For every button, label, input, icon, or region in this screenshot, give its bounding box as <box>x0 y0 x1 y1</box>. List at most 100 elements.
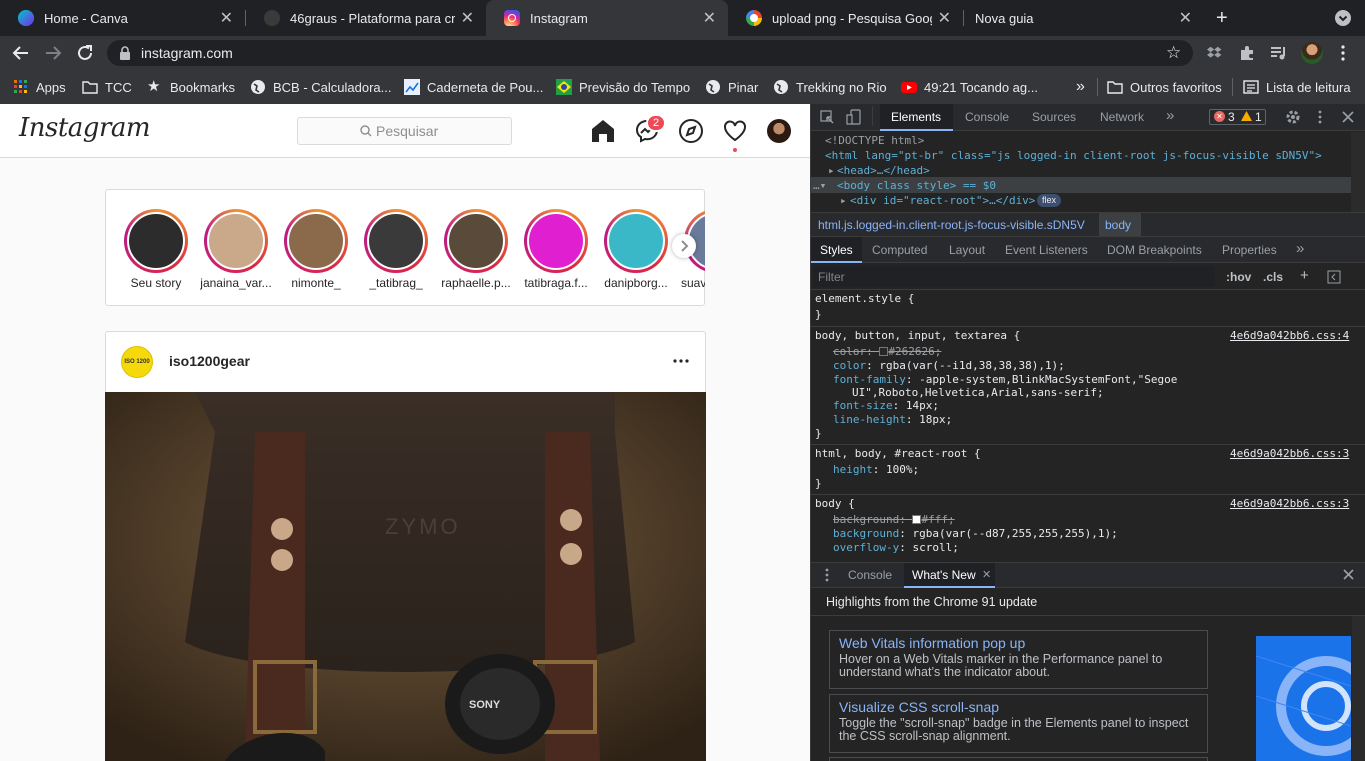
story-ring[interactable] <box>204 209 268 273</box>
bookmark-outros-favoritos[interactable]: Outros favoritos <box>1107 70 1222 104</box>
card-title[interactable]: Visualize CSS scroll-snap <box>839 699 999 715</box>
dom-head-node[interactable]: <head>…</head> <box>837 164 930 177</box>
post-username[interactable]: iso1200gear <box>169 353 250 369</box>
dom-html-node[interactable]: <html lang="pt-br" class="js logged-in c… <box>825 149 1322 162</box>
breadcrumb-body[interactable]: body <box>1105 218 1131 232</box>
toggle-sidebar-icon[interactable] <box>1327 270 1341 284</box>
forward-icon[interactable] <box>44 44 62 62</box>
more-subtabs-icon[interactable]: » <box>1296 240 1304 257</box>
new-tab-icon[interactable]: + <box>1216 7 1228 30</box>
bookmark-star-icon[interactable]: ☆ <box>1166 43 1181 63</box>
close-tab-icon[interactable]: ✕ <box>703 8 716 28</box>
new-style-rule-icon[interactable]: + <box>1300 267 1309 284</box>
bookmark-bcb[interactable]: BCB - Calculadora... <box>250 70 392 104</box>
dom-scrollbar[interactable] <box>1351 132 1365 212</box>
devtools-menu-icon[interactable] <box>1318 110 1322 124</box>
inspect-element-icon[interactable] <box>820 110 834 124</box>
profile-avatar[interactable] <box>1301 42 1323 64</box>
css-property[interactable]: font-family: -apple-system,BlinkMacSyste… <box>833 373 1177 386</box>
close-tab-icon[interactable]: ✕ <box>1179 8 1192 28</box>
tab-network[interactable]: Network <box>1100 110 1144 124</box>
close-tab-icon[interactable]: ✕ <box>461 8 474 28</box>
tab-google[interactable]: upload png - Pesquisa Google ✕ <box>728 0 963 36</box>
stories-next-button[interactable] <box>672 234 696 258</box>
css-property[interactable]: background: rgba(var(--d87,255,255,255),… <box>833 527 1118 540</box>
story-ring[interactable] <box>444 209 508 273</box>
css-property[interactable]: height: 100%; <box>833 463 919 476</box>
rule-selector[interactable]: body, button, input, textarea { <box>815 329 1020 342</box>
close-tab-icon[interactable]: ✕ <box>220 8 233 28</box>
rule-source-link[interactable]: 4e6d9a042bb6.css:3 <box>1230 447 1349 460</box>
subtab-event-listeners[interactable]: Event Listeners <box>1005 243 1088 257</box>
rule-source-link[interactable]: 4e6d9a042bb6.css:3 <box>1230 497 1349 510</box>
tab-sources[interactable]: Sources <box>1032 110 1076 124</box>
drawer-tab-console[interactable]: Console <box>848 568 892 582</box>
close-drawer-icon[interactable] <box>1342 568 1355 581</box>
media-controls-icon[interactable] <box>1270 45 1288 61</box>
dom-doctype[interactable]: <!DOCTYPE html> <box>825 134 924 147</box>
styles-filter-input[interactable] <box>813 266 1215 287</box>
reload-icon[interactable] <box>76 44 94 62</box>
more-bookmarks-icon[interactable]: » <box>1076 70 1085 104</box>
expand-arrow-icon[interactable]: ▸ <box>828 164 835 177</box>
whats-new-card[interactable]: Visualize CSS scroll-snap Toggle the "sc… <box>829 694 1208 753</box>
post-photo[interactable]: ZYMO SONY <box>105 392 706 761</box>
bookmark-bookmarks[interactable]: ★ Bookmarks <box>147 70 235 104</box>
story-ring[interactable] <box>284 209 348 273</box>
cls-toggle[interactable]: .cls <box>1263 270 1283 284</box>
css-property[interactable]: overflow-y: scroll; <box>833 541 959 554</box>
profile-avatar-icon[interactable] <box>767 119 791 143</box>
hov-toggle[interactable]: :hov <box>1226 270 1251 284</box>
subtab-computed[interactable]: Computed <box>872 243 927 257</box>
post-avatar[interactable]: ISO 1200 <box>121 346 153 378</box>
bookmark-pinar[interactable]: Pinar <box>705 70 758 104</box>
home-icon[interactable] <box>590 118 616 144</box>
tab-46graus[interactable]: 46graus - Plataforma para cria ✕ <box>246 0 486 36</box>
breadcrumb-html[interactable]: html.js.logged-in.client-root.js-focus-v… <box>818 218 1085 232</box>
extensions-puzzle-icon[interactable] <box>1239 45 1255 61</box>
url-text[interactable]: instagram.com <box>141 45 233 61</box>
instagram-logo[interactable]: Instagram <box>19 113 151 143</box>
tab-canva[interactable]: Home - Canva ✕ <box>0 0 245 36</box>
dom-react-root-node[interactable]: <div id="react-root">…</div> <box>850 194 1035 207</box>
bookmark-previsao[interactable]: Previsão do Tempo <box>556 70 690 104</box>
css-property[interactable]: font-size: 14px; <box>833 399 939 412</box>
back-icon[interactable] <box>12 44 30 62</box>
dom-body-node[interactable]: <body class style> == $0 <box>837 179 996 192</box>
device-toolbar-icon[interactable] <box>846 109 862 125</box>
tab-console[interactable]: Console <box>965 110 1009 124</box>
bookmark-lista-leitura[interactable]: Lista de leitura <box>1243 70 1351 104</box>
tab-instagram[interactable]: Instagram ✕ <box>486 0 728 36</box>
settings-gear-icon[interactable] <box>1285 109 1301 125</box>
tab-nova-guia[interactable]: Nova guia ✕ <box>964 0 1204 36</box>
css-property[interactable]: line-height: 18px; <box>833 413 952 426</box>
tab-search-icon[interactable] <box>1335 10 1351 26</box>
close-tab-icon[interactable]: ✕ <box>938 8 951 28</box>
subtab-properties[interactable]: Properties <box>1222 243 1277 257</box>
subtab-layout[interactable]: Layout <box>949 243 985 257</box>
drawer-menu-icon[interactable] <box>825 568 829 582</box>
explore-compass-icon[interactable] <box>678 118 704 144</box>
more-tabs-icon[interactable]: » <box>1166 107 1174 124</box>
close-whats-new-icon[interactable]: ✕ <box>982 568 991 581</box>
bookmark-caderneta[interactable]: Caderneta de Pou... <box>404 70 543 104</box>
story-ring[interactable] <box>604 209 668 273</box>
dropbox-icon[interactable] <box>1207 45 1223 61</box>
menu-kebab-icon[interactable] <box>1341 44 1345 62</box>
subtab-dom-breakpoints[interactable]: DOM Breakpoints <box>1107 243 1202 257</box>
bookmark-trekking[interactable]: Trekking no Rio <box>773 70 887 104</box>
card-title[interactable]: Web Vitals information pop up <box>839 635 1025 651</box>
bookmark-apps[interactable]: Apps <box>13 70 66 104</box>
rule-source-link[interactable]: 4e6d9a042bb6.css:4 <box>1230 329 1349 342</box>
drawer-scrollbar[interactable] <box>1352 616 1365 761</box>
rule-selector[interactable]: body { <box>815 497 855 510</box>
rule-selector[interactable]: element.style { <box>815 292 914 305</box>
css-property[interactable]: color: rgba(var(--i1d,38,38,38),1); <box>833 359 1065 372</box>
flex-badge[interactable]: flex <box>1037 194 1062 207</box>
story-ring[interactable] <box>524 209 588 273</box>
subtab-styles[interactable]: Styles <box>820 243 853 257</box>
whats-new-card[interactable]: Web Vitals information pop up Hover on a… <box>829 630 1208 689</box>
address-bar[interactable] <box>107 40 1193 66</box>
rule-selector[interactable]: html, body, #react-root { <box>815 447 981 460</box>
close-devtools-icon[interactable] <box>1341 110 1355 124</box>
